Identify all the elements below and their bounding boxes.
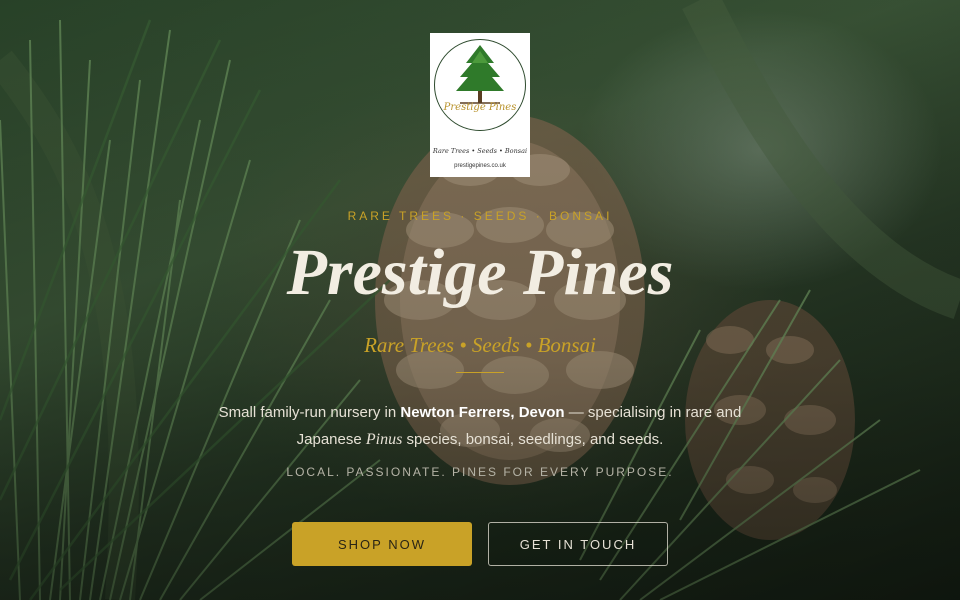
brand-logo[interactable]: Prestige Pines Rare Trees • Seeds • Bons… xyxy=(430,33,530,177)
logo-brand-text: Prestige Pines xyxy=(443,102,517,113)
description-part-1: Small family-run nursery in xyxy=(218,404,401,421)
hero-subtitle: Rare Trees • Seeds • Bonsai xyxy=(364,333,596,357)
pine-tree-icon xyxy=(456,45,504,104)
description-part-3: species, bonsai, seedlings, and seeds. xyxy=(402,431,664,448)
gold-divider xyxy=(456,372,504,373)
hero-description: Small family-run nursery in Newton Ferre… xyxy=(195,399,765,453)
get-in-touch-button[interactable]: GET IN TOUCH xyxy=(488,522,668,566)
logo-tagline: Rare Trees • Seeds • Bonsai xyxy=(432,147,528,155)
location-text: Newton Ferrers, Devon xyxy=(400,404,565,421)
genus-text: Pinus xyxy=(365,431,403,448)
hero-eyebrow: RARE TREES · SEEDS · BONSAI xyxy=(347,209,613,223)
shop-now-button[interactable]: SHOP NOW xyxy=(292,522,472,566)
hero-motto: LOCAL. PASSIONATE. PINES FOR EVERY PURPO… xyxy=(286,465,674,479)
hero-title: Prestige Pines xyxy=(286,236,674,309)
logo-website: prestigepines.co.uk xyxy=(454,163,506,169)
